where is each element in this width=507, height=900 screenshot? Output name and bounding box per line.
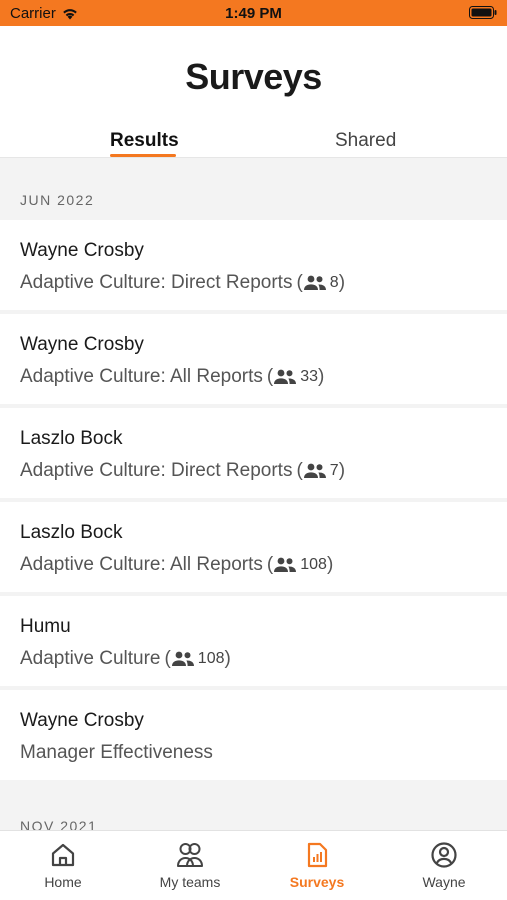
survey-name: Adaptive Culture: Direct Reports — [20, 272, 293, 293]
respondent-count: ( 7 ) — [296, 460, 346, 481]
tab-bar-top: Results Shared — [0, 126, 507, 158]
survey-name: Adaptive Culture: All Reports — [20, 554, 263, 575]
tab-results-underline — [110, 154, 176, 157]
people-icon — [171, 651, 194, 666]
people-icon — [274, 557, 297, 572]
survey-list[interactable]: JUN 2022 Wayne Crosby Adaptive Culture: … — [0, 158, 507, 830]
tabbar-home-label: Home — [44, 874, 82, 890]
survey-owner: Laszlo Bock — [20, 428, 123, 449]
survey-subtitle: Manager Effectiveness — [20, 742, 487, 764]
header: Surveys Results Shared — [0, 26, 507, 158]
section-header-jun-2022: JUN 2022 — [0, 158, 507, 220]
tabbar-profile[interactable]: Wayne — [381, 831, 507, 900]
list-item[interactable]: Laszlo Bock Adaptive Culture: All Report… — [0, 502, 507, 592]
survey-subtitle: Adaptive Culture: All Reports ( 33 ) — [20, 366, 487, 388]
team-icon — [177, 843, 203, 867]
tabbar-my-teams[interactable]: My teams — [127, 831, 253, 900]
list-item[interactable]: Humu Adaptive Culture ( 108 ) — [0, 596, 507, 686]
survey-owner: Wayne Crosby — [20, 334, 144, 355]
people-icon — [303, 463, 326, 478]
respondent-count: ( 108 ) — [164, 648, 231, 669]
tab-shared[interactable]: Shared — [335, 130, 396, 152]
bottom-tab-bar: Home My teams Surveys Wayne — [0, 830, 507, 900]
survey-subtitle: Adaptive Culture: Direct Reports ( 7 ) — [20, 460, 487, 482]
survey-subtitle: Adaptive Culture ( 108 ) — [20, 648, 487, 670]
survey-name: Manager Effectiveness — [20, 742, 213, 763]
survey-owner: Humu — [20, 616, 71, 637]
respondent-count: ( 33 ) — [266, 366, 325, 387]
survey-name: Adaptive Culture: All Reports — [20, 366, 263, 387]
respondent-count: ( 108 ) — [266, 554, 334, 575]
survey-report-icon — [307, 842, 328, 868]
home-icon — [51, 843, 75, 867]
tab-results[interactable]: Results — [110, 130, 179, 152]
survey-subtitle: Adaptive Culture: All Reports ( 108 ) — [20, 554, 487, 576]
people-icon — [303, 275, 326, 290]
survey-name: Adaptive Culture — [20, 648, 161, 669]
respondent-count: ( 8 ) — [296, 272, 346, 293]
tabbar-surveys-label: Surveys — [289, 874, 345, 890]
battery-icon — [469, 6, 497, 19]
survey-owner: Wayne Crosby — [20, 240, 144, 261]
list-item[interactable]: Wayne Crosby Adaptive Culture: All Repor… — [0, 314, 507, 404]
status-bar: Carrier 1:49 PM — [0, 0, 507, 26]
tabbar-home[interactable]: Home — [0, 831, 126, 900]
survey-owner: Wayne Crosby — [20, 710, 144, 731]
list-item[interactable]: Wayne Crosby Manager Effectiveness — [0, 690, 507, 780]
status-time: 1:49 PM — [225, 5, 282, 22]
survey-name: Adaptive Culture: Direct Reports — [20, 460, 293, 481]
tabbar-profile-label: Wayne — [422, 874, 466, 890]
survey-owner: Laszlo Bock — [20, 522, 123, 543]
people-icon — [274, 369, 297, 384]
list-item[interactable]: Wayne Crosby Adaptive Culture: Direct Re… — [0, 220, 507, 310]
tabbar-my-teams-label: My teams — [159, 874, 221, 890]
profile-icon — [431, 842, 457, 868]
list-item[interactable]: Laszlo Bock Adaptive Culture: Direct Rep… — [0, 408, 507, 498]
survey-subtitle: Adaptive Culture: Direct Reports ( 8 ) — [20, 272, 487, 294]
page-title: Surveys — [185, 56, 322, 97]
tabbar-surveys[interactable]: Surveys — [254, 831, 380, 900]
section-header-nov-2021: NOV 2021 — [0, 784, 507, 830]
